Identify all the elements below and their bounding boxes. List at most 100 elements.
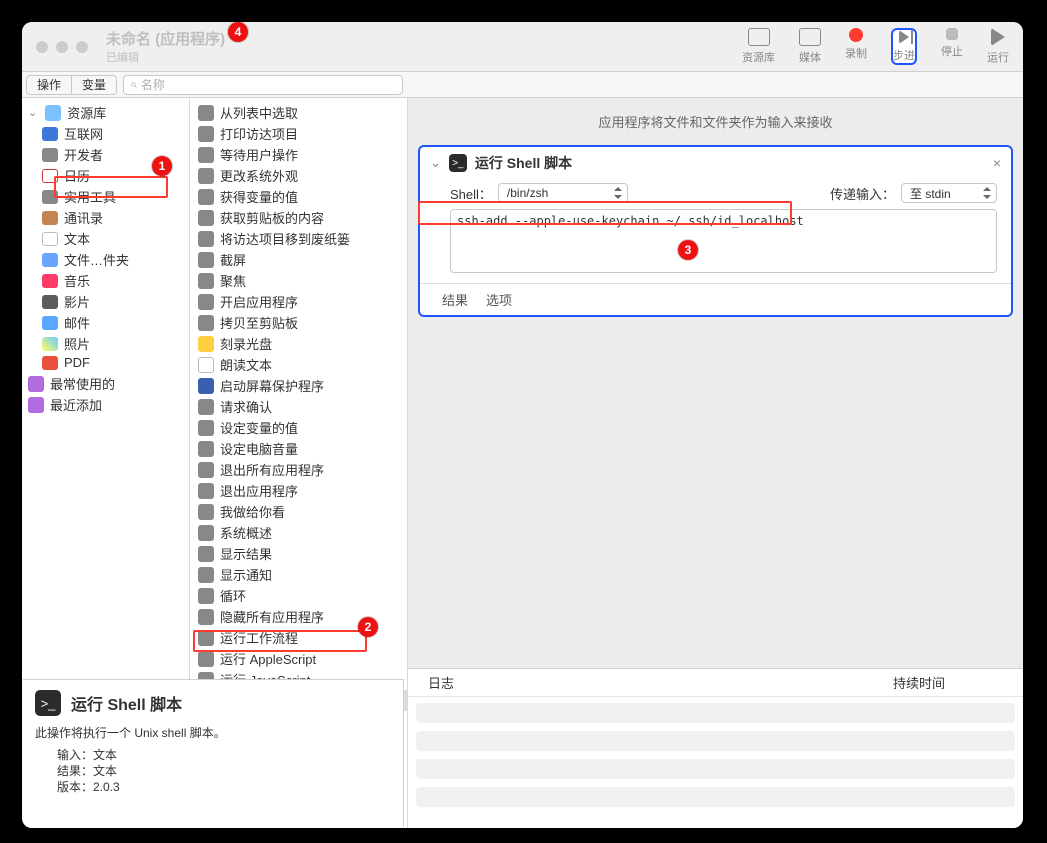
action-item[interactable]: 设定电脑音量 <box>190 438 407 459</box>
info-title: 运行 Shell 脚本 <box>71 691 182 715</box>
media-icon <box>799 28 821 46</box>
action-icon <box>198 420 214 436</box>
workflow-step[interactable]: ⌄ >_ 运行 Shell 脚本 × Shell： /bin/zsh 传递输入：… <box>418 145 1013 317</box>
action-icon <box>198 441 214 457</box>
annotation-badge: 1 <box>152 156 172 176</box>
sidebar-item[interactable]: 最常使用的 <box>22 373 189 394</box>
action-icon <box>198 357 214 373</box>
sidebar-item[interactable]: 文本 <box>22 228 189 249</box>
category-icon <box>42 274 58 288</box>
info-meta-line: 版本：2.0.3 <box>57 779 391 795</box>
sidebar-item[interactable]: 通讯录 <box>22 207 189 228</box>
terminal-icon: >_ <box>449 154 467 172</box>
seg-actions[interactable]: 操作 <box>27 76 72 94</box>
action-item[interactable]: 聚焦 <box>190 270 407 291</box>
window-controls[interactable] <box>36 41 88 53</box>
action-icon <box>198 315 214 331</box>
action-item[interactable]: 获取剪贴板的内容 <box>190 207 407 228</box>
results-tab[interactable]: 结果 <box>442 290 468 309</box>
action-item[interactable]: 等待用户操作 <box>190 144 407 165</box>
annotation-badge: 4 <box>228 22 248 42</box>
seg-variables[interactable]: 变量 <box>72 76 116 94</box>
action-item[interactable]: 刻录光盘 <box>190 333 407 354</box>
sidebar-item[interactable]: 邮件 <box>22 312 189 333</box>
action-icon <box>198 525 214 541</box>
sidebar-item[interactable]: 文件…件夹 <box>22 249 189 270</box>
action-item[interactable]: 设定变量的值 <box>190 417 407 438</box>
action-item[interactable]: 显示通知 <box>190 564 407 585</box>
action-item[interactable]: 循环 <box>190 585 407 606</box>
action-item[interactable]: 将访达项目移到废纸篓 <box>190 228 407 249</box>
annotation-badge: 2 <box>358 617 378 637</box>
action-item[interactable]: 打印访达项目 <box>190 123 407 144</box>
action-item[interactable]: 运行 AppleScript <box>190 648 407 669</box>
log-panel: 日志 持续时间 <box>408 668 1023 828</box>
library-root[interactable]: 资源库 <box>22 102 189 123</box>
script-textarea[interactable]: ssh-add --apple-use-keychain ~/.ssh/id_l… <box>450 209 997 273</box>
sidebar-item[interactable]: 互联网 <box>22 123 189 144</box>
action-item[interactable]: 启动屏幕保护程序 <box>190 375 407 396</box>
sidebar-item[interactable]: 照片 <box>22 333 189 354</box>
category-icon <box>42 337 58 351</box>
action-item[interactable]: 显示结果 <box>190 543 407 564</box>
toolbar-run-button[interactable]: 运行 <box>987 28 1009 65</box>
action-item[interactable]: 朗读文本 <box>190 354 407 375</box>
toolbar-stop-button[interactable]: 停止 <box>941 28 963 65</box>
log-row <box>416 703 1015 723</box>
action-item[interactable]: 更改系统外观 <box>190 165 407 186</box>
close-step-icon[interactable]: × <box>993 155 1001 171</box>
action-item[interactable]: 我做给你看 <box>190 501 407 522</box>
action-icon <box>198 252 214 268</box>
minimize-icon[interactable] <box>56 41 68 53</box>
toolbar-step-button[interactable]: 步进 <box>891 28 917 65</box>
folder-icon <box>28 376 44 392</box>
category-icon <box>42 127 58 141</box>
action-item[interactable]: 退出所有应用程序 <box>190 459 407 480</box>
zoom-icon[interactable] <box>76 41 88 53</box>
shell-label: Shell： <box>450 184 492 203</box>
toolbar-record-button[interactable]: 录制 <box>845 28 867 65</box>
action-item[interactable]: 请求确认 <box>190 396 407 417</box>
sidebar-item[interactable]: 影片 <box>22 291 189 312</box>
sidebar-item[interactable]: 最近添加 <box>22 394 189 415</box>
action-item[interactable]: 拷贝至剪贴板 <box>190 312 407 333</box>
category-icon <box>42 169 58 183</box>
category-icon <box>42 148 58 162</box>
info-panel: >_ 运行 Shell 脚本 此操作将执行一个 Unix shell 脚本。 输… <box>23 679 404 827</box>
toolbar-library-button[interactable]: 资源库 <box>742 28 775 65</box>
view-segment[interactable]: 操作 变量 <box>26 75 117 95</box>
action-icon <box>198 588 214 604</box>
action-icon <box>198 378 214 394</box>
action-icon <box>198 126 214 142</box>
terminal-icon: >_ <box>35 690 61 716</box>
shell-select[interactable]: /bin/zsh <box>498 183 628 203</box>
chevron-down-icon[interactable]: ⌄ <box>430 155 441 171</box>
options-tab[interactable]: 选项 <box>486 290 512 309</box>
close-icon[interactable] <box>36 41 48 53</box>
action-item[interactable]: 截屏 <box>190 249 407 270</box>
log-row <box>416 787 1015 807</box>
library-icon <box>45 105 61 121</box>
info-meta-line: 输入：文本 <box>57 747 391 763</box>
step-title: 运行 Shell 脚本 <box>475 153 572 173</box>
action-icon <box>198 168 214 184</box>
category-icon <box>42 211 58 225</box>
action-item[interactable]: 开启应用程序 <box>190 291 407 312</box>
sidebar-item[interactable]: 实用工具 <box>22 186 189 207</box>
action-icon <box>198 147 214 163</box>
sidebar-item[interactable]: 音乐 <box>22 270 189 291</box>
search-input[interactable]: 名称 <box>123 75 403 95</box>
category-icon <box>42 190 58 204</box>
subtoolbar: 操作 变量 名称 <box>22 72 1023 98</box>
workflow-area: 应用程序将文件和文件夹作为输入来接收 ⌄ >_ 运行 Shell 脚本 × Sh… <box>408 98 1023 828</box>
script-content: ssh-add --apple-use-keychain ~/.ssh/id_l… <box>457 214 804 228</box>
action-icon <box>198 567 214 583</box>
action-item[interactable]: 从列表中选取 <box>190 102 407 123</box>
action-item[interactable]: 退出应用程序 <box>190 480 407 501</box>
sidebar-item[interactable]: PDF <box>22 354 189 371</box>
log-col-duration: 持续时间 <box>893 673 1003 692</box>
action-item[interactable]: 获得变量的值 <box>190 186 407 207</box>
action-item[interactable]: 系统概述 <box>190 522 407 543</box>
toolbar-media-button[interactable]: 媒体 <box>799 28 821 65</box>
pass-input-select[interactable]: 至 stdin <box>901 183 997 203</box>
